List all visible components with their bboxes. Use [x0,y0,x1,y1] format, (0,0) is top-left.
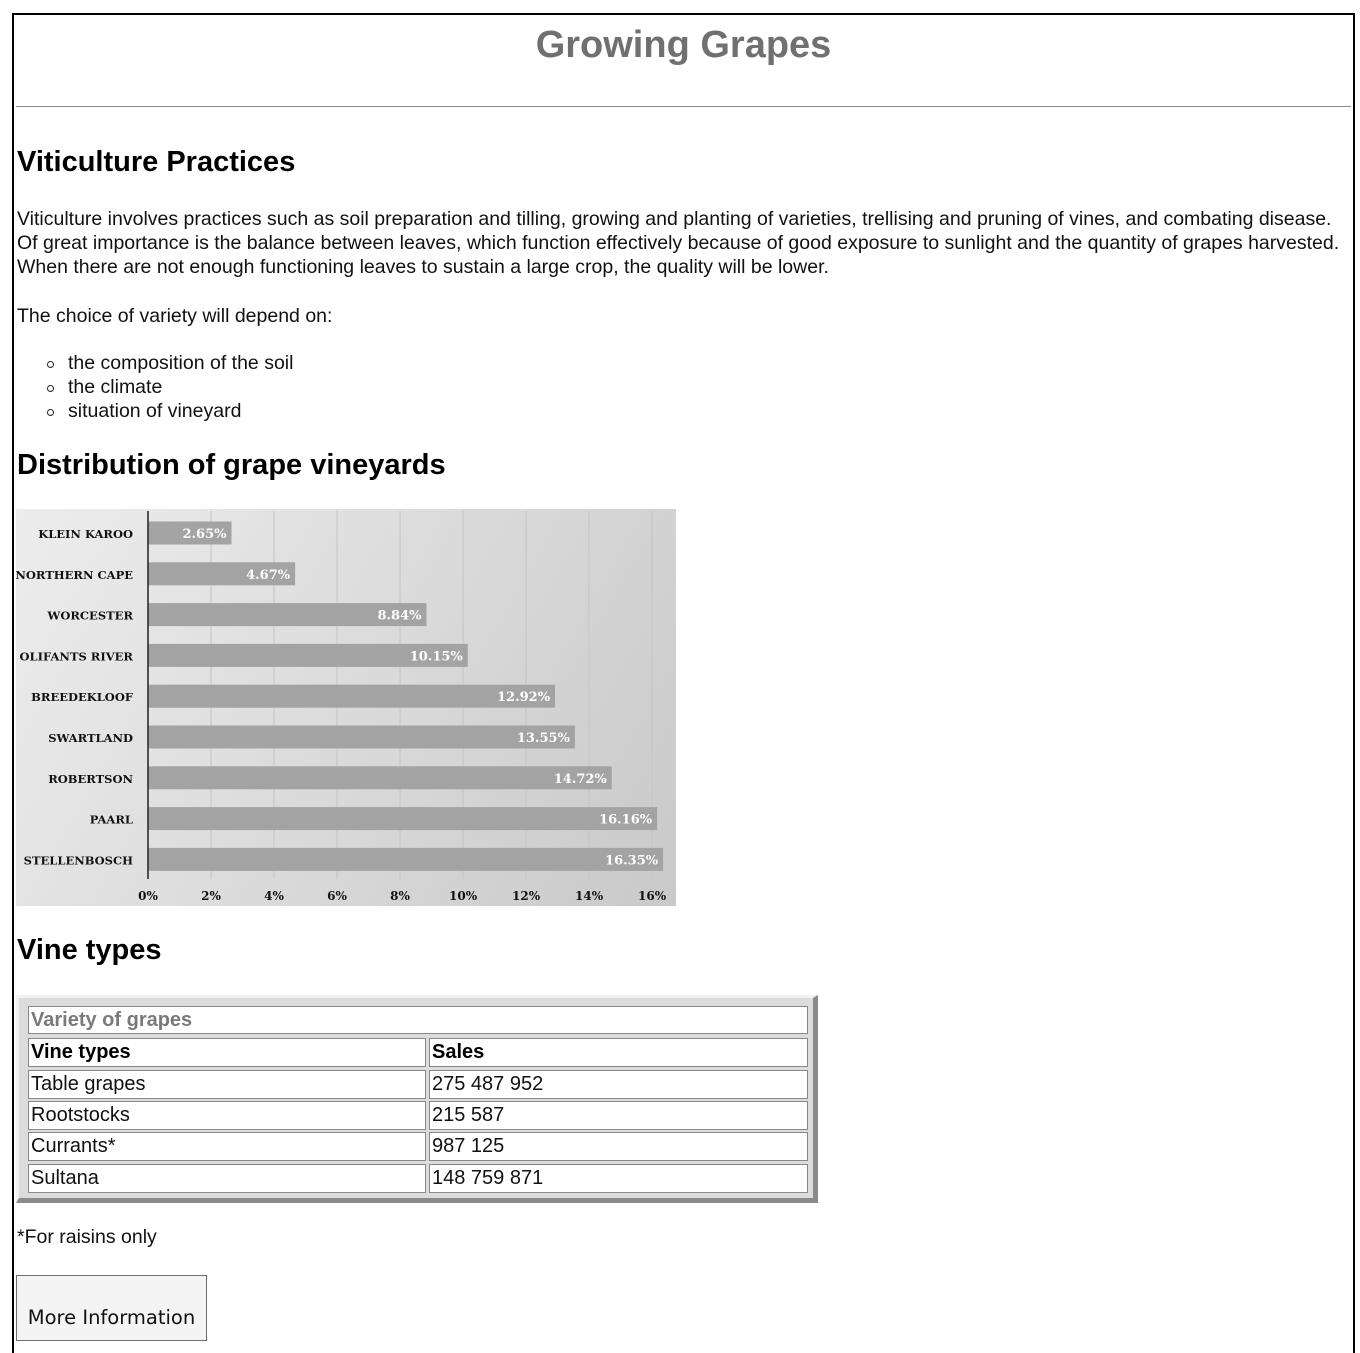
page-title: Growing Grapes [535,24,832,66]
table-caption: Variety of grapes [28,1006,808,1034]
table-cell-vine-type: Sultana [28,1164,426,1193]
list-item-text: situation of vineyard [68,400,242,422]
table-cell-sales: 987 125 [429,1132,808,1161]
x-tick-label: 10% [449,889,478,903]
x-tick-label: 12% [512,889,541,903]
x-tick-label: 8% [390,889,410,903]
category-label: WORCESTER [46,609,133,623]
bar [148,684,556,708]
x-tick-label: 16% [638,889,667,903]
category-label: NORTHERN CAPE [16,568,133,582]
horizontal-rule [16,106,1351,107]
table-cell-sales: 215 587 [429,1101,808,1130]
bar-data-label: 14.72% [554,772,608,787]
bar-data-label: 13.55% [517,731,571,746]
category-label: PAARL [90,813,133,827]
list-item-text: the composition of the soil [68,352,294,374]
x-tick-label: 6% [327,889,347,903]
x-tick-label: 2% [201,889,221,903]
bar [148,847,664,871]
list-item: situation of vineyard [47,399,293,423]
bar-data-label: 8.84% [377,609,422,624]
bar [148,807,658,831]
bar-data-label: 16.16% [599,813,653,828]
bar-data-label: 2.65% [182,527,227,542]
table-cell-vine-type: Table grapes [28,1070,426,1099]
bar-data-label: 16.35% [605,853,659,868]
list-item-text: the climate [68,376,163,398]
category-label: OLIFANTS RIVER [20,649,134,663]
vineyard-distribution-chart: 2.65% KLEIN KAROO 4.67% NORTHERN CAPE 8.84% W… [16,509,676,906]
bar-data-label: 12.92% [497,690,551,705]
x-tick-label: 0% [138,889,158,903]
list-item: the climate [47,375,293,399]
vine-types-heading: Vine types [17,934,162,966]
distribution-heading: Distribution of grape vineyards [17,449,446,481]
category-label: KLEIN KAROO [38,527,133,541]
choice-intro: The choice of variety will depend on: [17,305,333,327]
vine-types-table: Variety of grapes Vine types Sales Table… [16,995,818,1203]
list-item: the composition of the soil [47,351,293,375]
x-tick-label: 14% [575,889,604,903]
viticulture-heading: Viticulture Practices [17,146,296,178]
category-label: SWARTLAND [48,731,133,745]
bar-data-label: 10.15% [410,649,464,664]
category-label: ROBERTSON [48,772,133,786]
table-cell-sales: 275 487 952 [429,1070,808,1099]
choice-list: the composition of the soil the climate … [47,351,293,423]
column-header-vine-types: Vine types [28,1038,426,1067]
category-label: STELLENBOSCH [24,853,133,867]
category-label: BREEDEKLOOF [31,690,134,704]
bar-data-label: 4.67% [246,568,291,583]
bar [148,725,575,749]
x-tick-label: 4% [264,889,284,903]
circle-bullet-icon [47,385,54,392]
table-cell-sales: 148 759 871 [429,1164,808,1193]
table-cell-vine-type: Rootstocks [28,1101,426,1130]
bar [148,766,612,790]
more-information-button[interactable]: More Information [16,1275,207,1341]
chart-canvas: 2.65% KLEIN KAROO 4.67% NORTHERN CAPE 8.84% W… [16,511,667,903]
column-header-sales: Sales [429,1038,808,1067]
table-cell-vine-type: Currants* [28,1132,426,1161]
footnote: *For raisins only [17,1226,157,1248]
viticulture-paragraph: Viticulture involves practices such as s… [17,208,1340,278]
circle-bullet-icon [47,409,54,416]
circle-bullet-icon [47,361,54,368]
